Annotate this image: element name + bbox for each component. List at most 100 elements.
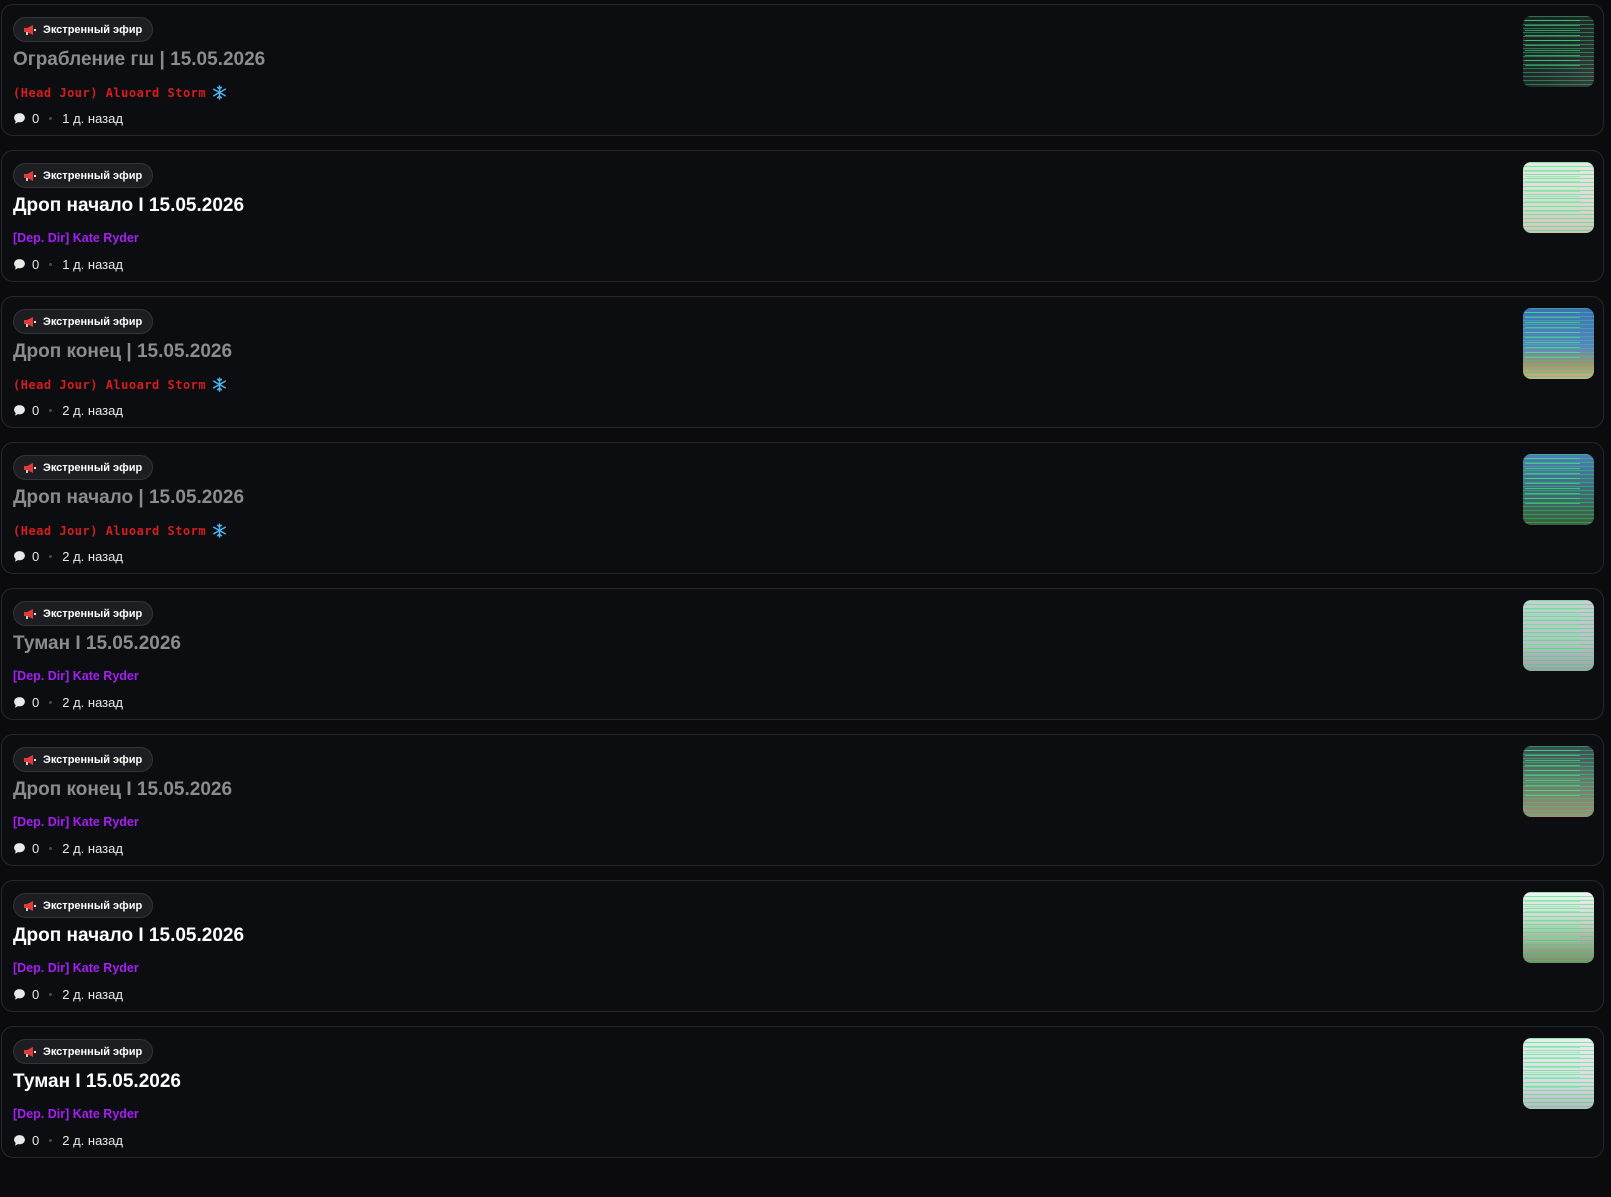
comment-icon (14, 405, 25, 416)
snowflake-icon (213, 85, 227, 100)
comment-icon (14, 843, 25, 854)
post-title[interactable]: Дроп начало I 15.05.2026 (13, 925, 244, 947)
post-author[interactable]: (Head Jour) Aluoard Storm (13, 377, 227, 392)
post-title[interactable]: Ограбление гш | 15.05.2026 (13, 49, 265, 71)
post-meta: 0 2 д. назад (13, 695, 123, 710)
comment-count: 0 (32, 987, 40, 1002)
post-time: 2 д. назад (62, 403, 123, 418)
category-badge[interactable]: Экстренный эфир (13, 747, 154, 772)
post-author[interactable]: (Head Jour) Aluoard Storm (13, 523, 227, 538)
post-card[interactable]: Экстренный эфир Ограбление гш | 15.05.202… (1, 4, 1604, 136)
comment-count: 0 (32, 549, 40, 564)
post-thumbnail[interactable] (1523, 892, 1594, 963)
megaphone-icon (24, 24, 36, 35)
comment-count: 0 (32, 841, 40, 856)
post-time: 2 д. назад (62, 987, 123, 1002)
post-meta: 0 2 д. назад (13, 987, 123, 1002)
badge-label: Экстренный эфир (43, 23, 143, 36)
comment-icon (14, 697, 25, 708)
category-badge[interactable]: Экстренный эфир (13, 309, 154, 334)
post-card[interactable]: Экстренный эфир Дроп конец I 15.05.2026 [D… (1, 734, 1604, 866)
post-thumbnail[interactable] (1523, 746, 1594, 817)
megaphone-icon (24, 462, 36, 473)
post-meta: 0 2 д. назад (13, 549, 123, 564)
post-thumbnail[interactable] (1523, 1038, 1594, 1109)
post-card[interactable]: Экстренный эфир Дроп начало I 15.05.2026 [… (1, 880, 1604, 1012)
post-meta: 0 2 д. назад (13, 403, 123, 418)
post-meta: 0 1 д. назад (13, 257, 123, 272)
post-card[interactable]: Экстренный эфир Дроп конец | 15.05.2026 (H… (1, 296, 1604, 428)
megaphone-icon (24, 608, 36, 619)
separator-dot (49, 117, 53, 120)
post-author[interactable]: [Dep. Dir] Kate Ryder (13, 669, 139, 683)
badge-label: Экстренный эфир (43, 1045, 143, 1058)
post-card[interactable]: Экстренный эфир Дроп начало | 15.05.2026 (… (1, 442, 1604, 574)
snowflake-icon (213, 523, 227, 538)
category-badge[interactable]: Экстренный эфир (13, 893, 154, 918)
post-title[interactable]: Дроп начало I 15.05.2026 (13, 195, 244, 217)
posts-feed: Экстренный эфир Ограбление гш | 15.05.202… (0, 0, 1611, 1197)
badge-label: Экстренный эфир (43, 899, 143, 912)
badge-label: Экстренный эфир (43, 753, 143, 766)
comment-count: 0 (32, 695, 40, 710)
category-badge[interactable]: Экстренный эфир (13, 163, 154, 188)
post-author[interactable]: [Dep. Dir] Kate Ryder (13, 1107, 139, 1121)
post-title[interactable]: Туман I 15.05.2026 (13, 633, 181, 655)
thumbnail-text-overlay (1525, 458, 1580, 508)
post-title[interactable]: Дроп начало | 15.05.2026 (13, 487, 244, 509)
post-author[interactable]: (Head Jour) Aluoard Storm (13, 85, 227, 100)
megaphone-icon (24, 316, 36, 327)
author-name[interactable]: (Head Jour) Aluoard Storm (13, 86, 206, 100)
author-name[interactable]: [Dep. Dir] Kate Ryder (13, 1107, 139, 1121)
post-thumbnail[interactable] (1523, 162, 1594, 233)
megaphone-icon (24, 900, 36, 911)
thumbnail-text-overlay (1525, 1042, 1580, 1092)
separator-dot (49, 701, 53, 704)
author-name[interactable]: (Head Jour) Aluoard Storm (13, 378, 206, 392)
comment-count: 0 (32, 257, 40, 272)
post-title[interactable]: Дроп конец | 15.05.2026 (13, 341, 232, 363)
separator-dot (49, 555, 53, 558)
post-meta: 0 1 д. назад (13, 111, 123, 126)
post-card[interactable]: Экстренный эфир Дроп начало I 15.05.2026 [… (1, 150, 1604, 282)
comment-icon (14, 1135, 25, 1146)
author-name[interactable]: [Dep. Dir] Kate Ryder (13, 961, 139, 975)
post-time: 1 д. назад (62, 111, 123, 126)
megaphone-icon (24, 754, 36, 765)
post-time: 1 д. назад (62, 257, 123, 272)
separator-dot (49, 409, 53, 412)
post-title[interactable]: Туман I 15.05.2026 (13, 1071, 181, 1093)
badge-label: Экстренный эфир (43, 169, 143, 182)
post-thumbnail[interactable] (1523, 308, 1594, 379)
thumbnail-text-overlay (1525, 750, 1580, 800)
badge-label: Экстренный эфир (43, 607, 143, 620)
post-card[interactable]: Экстренный эфир Туман I 15.05.2026 [Dep. D… (1, 1026, 1604, 1158)
post-author[interactable]: [Dep. Dir] Kate Ryder (13, 961, 139, 975)
post-author[interactable]: [Dep. Dir] Kate Ryder (13, 231, 139, 245)
post-thumbnail[interactable] (1523, 454, 1594, 525)
post-meta: 0 2 д. назад (13, 841, 123, 856)
separator-dot (49, 263, 53, 266)
author-name[interactable]: (Head Jour) Aluoard Storm (13, 524, 206, 538)
post-title[interactable]: Дроп конец I 15.05.2026 (13, 779, 232, 801)
comment-icon (14, 259, 25, 270)
separator-dot (49, 847, 53, 850)
post-author[interactable]: [Dep. Dir] Kate Ryder (13, 815, 139, 829)
badge-label: Экстренный эфир (43, 461, 143, 474)
category-badge[interactable]: Экстренный эфир (13, 17, 154, 42)
author-name[interactable]: [Dep. Dir] Kate Ryder (13, 231, 139, 245)
comment-icon (14, 989, 25, 1000)
post-time: 2 д. назад (62, 695, 123, 710)
thumbnail-text-overlay (1525, 166, 1580, 216)
post-card[interactable]: Экстренный эфир Туман I 15.05.2026 [Dep. D… (1, 588, 1604, 720)
post-thumbnail[interactable] (1523, 16, 1594, 87)
category-badge[interactable]: Экстренный эфир (13, 1039, 154, 1064)
post-thumbnail[interactable] (1523, 600, 1594, 671)
category-badge[interactable]: Экстренный эфир (13, 601, 154, 626)
comment-icon (14, 113, 25, 124)
category-badge[interactable]: Экстренный эфир (13, 455, 154, 480)
author-name[interactable]: [Dep. Dir] Kate Ryder (13, 815, 139, 829)
author-name[interactable]: [Dep. Dir] Kate Ryder (13, 669, 139, 683)
thumbnail-text-overlay (1525, 312, 1580, 362)
snowflake-icon (213, 377, 227, 392)
